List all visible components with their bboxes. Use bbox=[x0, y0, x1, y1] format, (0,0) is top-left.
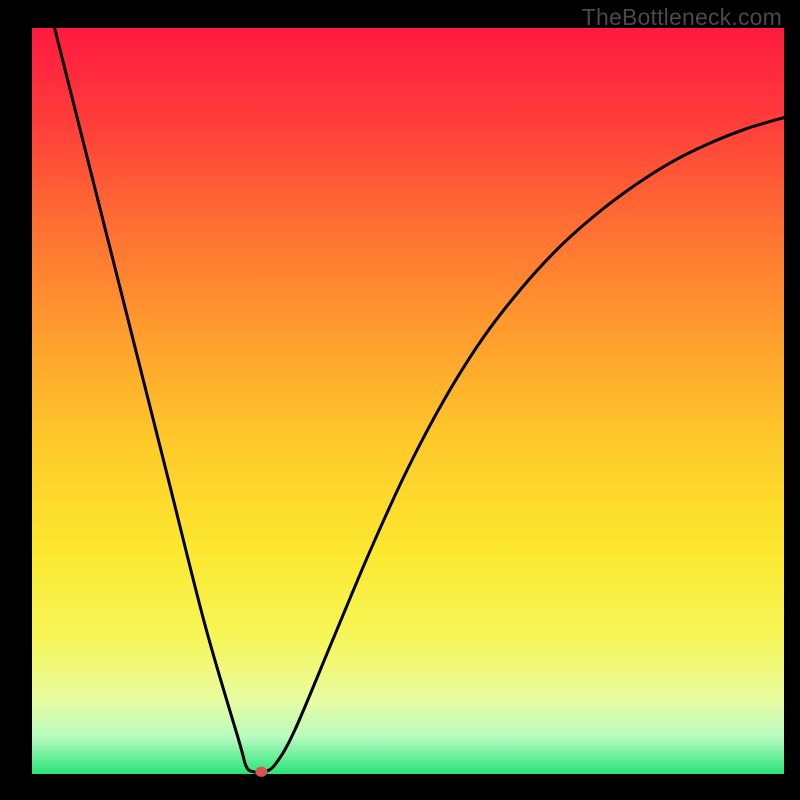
plot-background bbox=[32, 28, 784, 774]
chart-frame: TheBottleneck.com bbox=[0, 0, 800, 800]
watermark-text: TheBottleneck.com bbox=[582, 4, 782, 31]
minimum-marker bbox=[255, 767, 267, 777]
bottleneck-chart bbox=[0, 0, 800, 800]
